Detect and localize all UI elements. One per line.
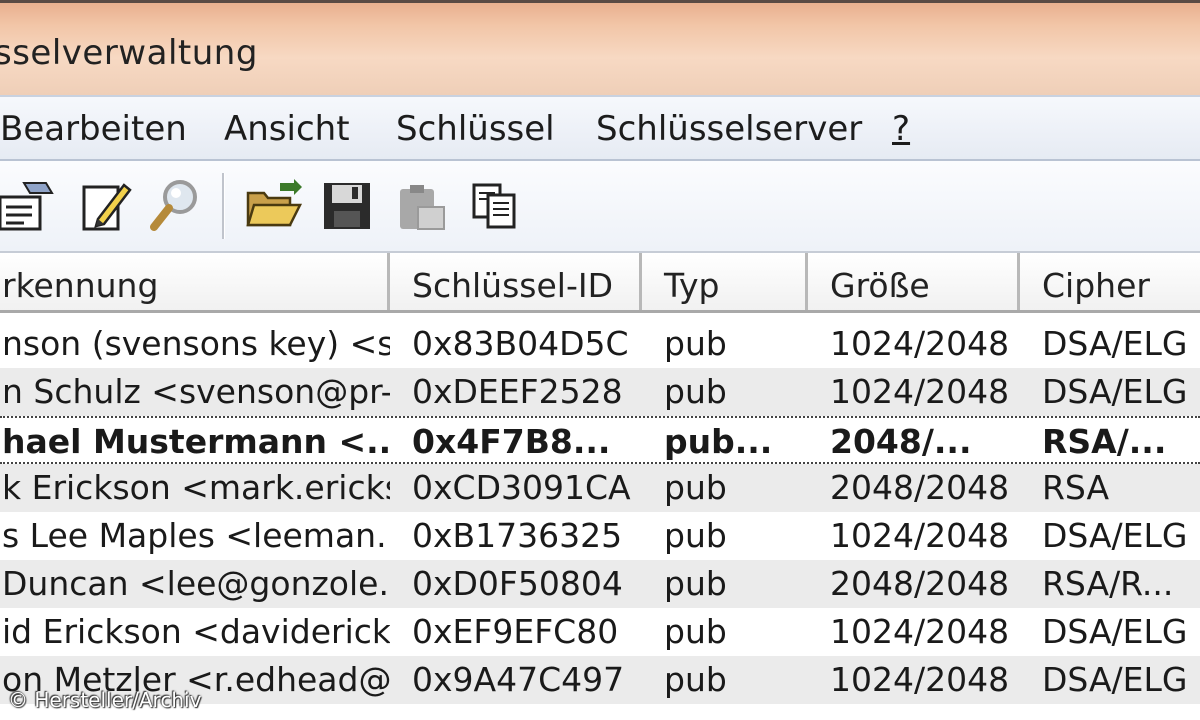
cell-cipher: DSA/ELG — [1042, 660, 1188, 699]
column-header-type[interactable]: Typ — [642, 253, 808, 310]
cell-cipher: DSA/ELG — [1042, 612, 1188, 651]
title-bar: sselverwaltung — [0, 0, 1200, 95]
cell-size: 2048/2048 — [830, 564, 1010, 603]
toolbar — [0, 161, 1200, 253]
cell-size: 1024/2048 — [830, 516, 1010, 555]
cell-type: pub — [664, 612, 727, 651]
menu-bar: Bearbeiten Ansicht Schlüssel Schlüsselse… — [0, 95, 1200, 161]
column-header-size[interactable]: Größe — [808, 253, 1020, 310]
cell-size: 1024/2048 — [830, 612, 1010, 651]
menu-schluessel[interactable]: Schlüssel — [396, 109, 555, 149]
cell-cipher: DSA/ELG — [1042, 516, 1188, 555]
table-row[interactable]: id Erickson <daviderick... 0xEF9EFC80 pu… — [0, 608, 1200, 656]
menu-ansicht[interactable]: Ansicht — [224, 109, 350, 149]
copy-button[interactable] — [466, 175, 526, 235]
cell-key-id: 0xEF9EFC80 — [412, 612, 619, 651]
cell-name: Duncan <lee@gonzole... — [2, 564, 390, 603]
cell-key-id: 0xD0F50804 — [412, 564, 623, 603]
cell-name: n Schulz <svenson@pr-... — [2, 372, 390, 411]
open-folder-icon — [246, 179, 303, 227]
column-header-cipher[interactable]: Cipher — [1020, 253, 1200, 310]
key-properties-icon — [0, 182, 54, 231]
table-row[interactable]: Duncan <lee@gonzole... 0xD0F50804 pub 20… — [0, 560, 1200, 608]
paste-icon — [400, 185, 445, 230]
cell-type: pub — [664, 516, 727, 555]
cell-type: pub... — [664, 422, 773, 461]
menu-help[interactable]: ? — [892, 109, 910, 149]
cell-type: pub — [664, 564, 727, 603]
save-button[interactable] — [318, 175, 378, 235]
cell-name: s Lee Maples <leeman... — [2, 516, 390, 555]
cell-key-id: 0x83B04D5C — [412, 324, 629, 363]
paste-button[interactable] — [392, 175, 452, 235]
open-button[interactable] — [244, 175, 304, 235]
cell-key-id: 0x4F7B8... — [412, 422, 611, 461]
save-icon — [324, 183, 370, 229]
menu-bearbeiten[interactable]: Bearbeiten — [0, 109, 187, 149]
cell-cipher: DSA/ELG — [1042, 324, 1188, 363]
search-key-icon — [150, 180, 197, 231]
cell-type: pub — [664, 660, 727, 699]
cell-size: 1024/2048 — [830, 372, 1010, 411]
table-header: rkennung Schlüssel-ID Typ Größe Cipher — [0, 253, 1200, 313]
table-row-selected[interactable]: hael Mustermann <... 0x4F7B8... pub... 2… — [0, 416, 1200, 464]
column-header-kennung[interactable]: rkennung — [0, 253, 390, 310]
table-row[interactable]: n Schulz <svenson@pr-... 0xDEEF2528 pub … — [0, 368, 1200, 416]
cell-key-id: 0x9A47C497 — [412, 660, 625, 699]
search-key-button[interactable] — [146, 175, 206, 235]
key-properties-button[interactable] — [0, 175, 54, 235]
cell-size: 1024/2048 — [830, 660, 1010, 699]
table-row[interactable]: k Erickson <mark.ericks... 0xCD3091CA pu… — [0, 464, 1200, 512]
cell-type: pub — [664, 468, 727, 507]
table-row[interactable]: nson (svensons key) <s... 0x83B04D5C pub… — [0, 320, 1200, 368]
window-title: sselverwaltung — [0, 33, 258, 73]
cell-cipher: RSA — [1042, 468, 1110, 507]
cell-type: pub — [664, 372, 727, 411]
cell-key-id: 0xDEEF2528 — [412, 372, 623, 411]
cell-name: hael Mustermann <... — [2, 422, 390, 461]
copy-icon — [472, 183, 516, 229]
cell-name: k Erickson <mark.ericks... — [2, 468, 390, 507]
cell-name: id Erickson <daviderick... — [2, 612, 390, 651]
cell-size: 1024/2048 — [830, 324, 1010, 363]
copyright-watermark: © Hersteller/Archiv — [8, 688, 202, 712]
edit-key-button[interactable] — [76, 175, 136, 235]
cell-name: nson (svensons key) <s... — [2, 324, 390, 363]
cell-type: pub — [664, 324, 727, 363]
cell-size: 2048/2048 — [830, 468, 1010, 507]
cell-cipher: DSA/ELG — [1042, 372, 1188, 411]
table-row[interactable]: s Lee Maples <leeman... 0xB1736325 pub 1… — [0, 512, 1200, 560]
key-list: nson (svensons key) <s... 0x83B04D5C pub… — [0, 320, 1200, 704]
cell-key-id: 0xB1736325 — [412, 516, 623, 555]
edit-key-icon — [82, 183, 132, 231]
cell-size: 2048/... — [830, 422, 972, 461]
cell-key-id: 0xCD3091CA — [412, 468, 631, 507]
column-header-key-id[interactable]: Schlüssel-ID — [390, 253, 642, 310]
cell-cipher: RSA/R... — [1042, 564, 1174, 603]
cell-cipher: RSA/... — [1042, 422, 1167, 461]
menu-schluesselserver[interactable]: Schlüsselserver — [596, 109, 862, 149]
toolbar-separator — [222, 173, 225, 239]
